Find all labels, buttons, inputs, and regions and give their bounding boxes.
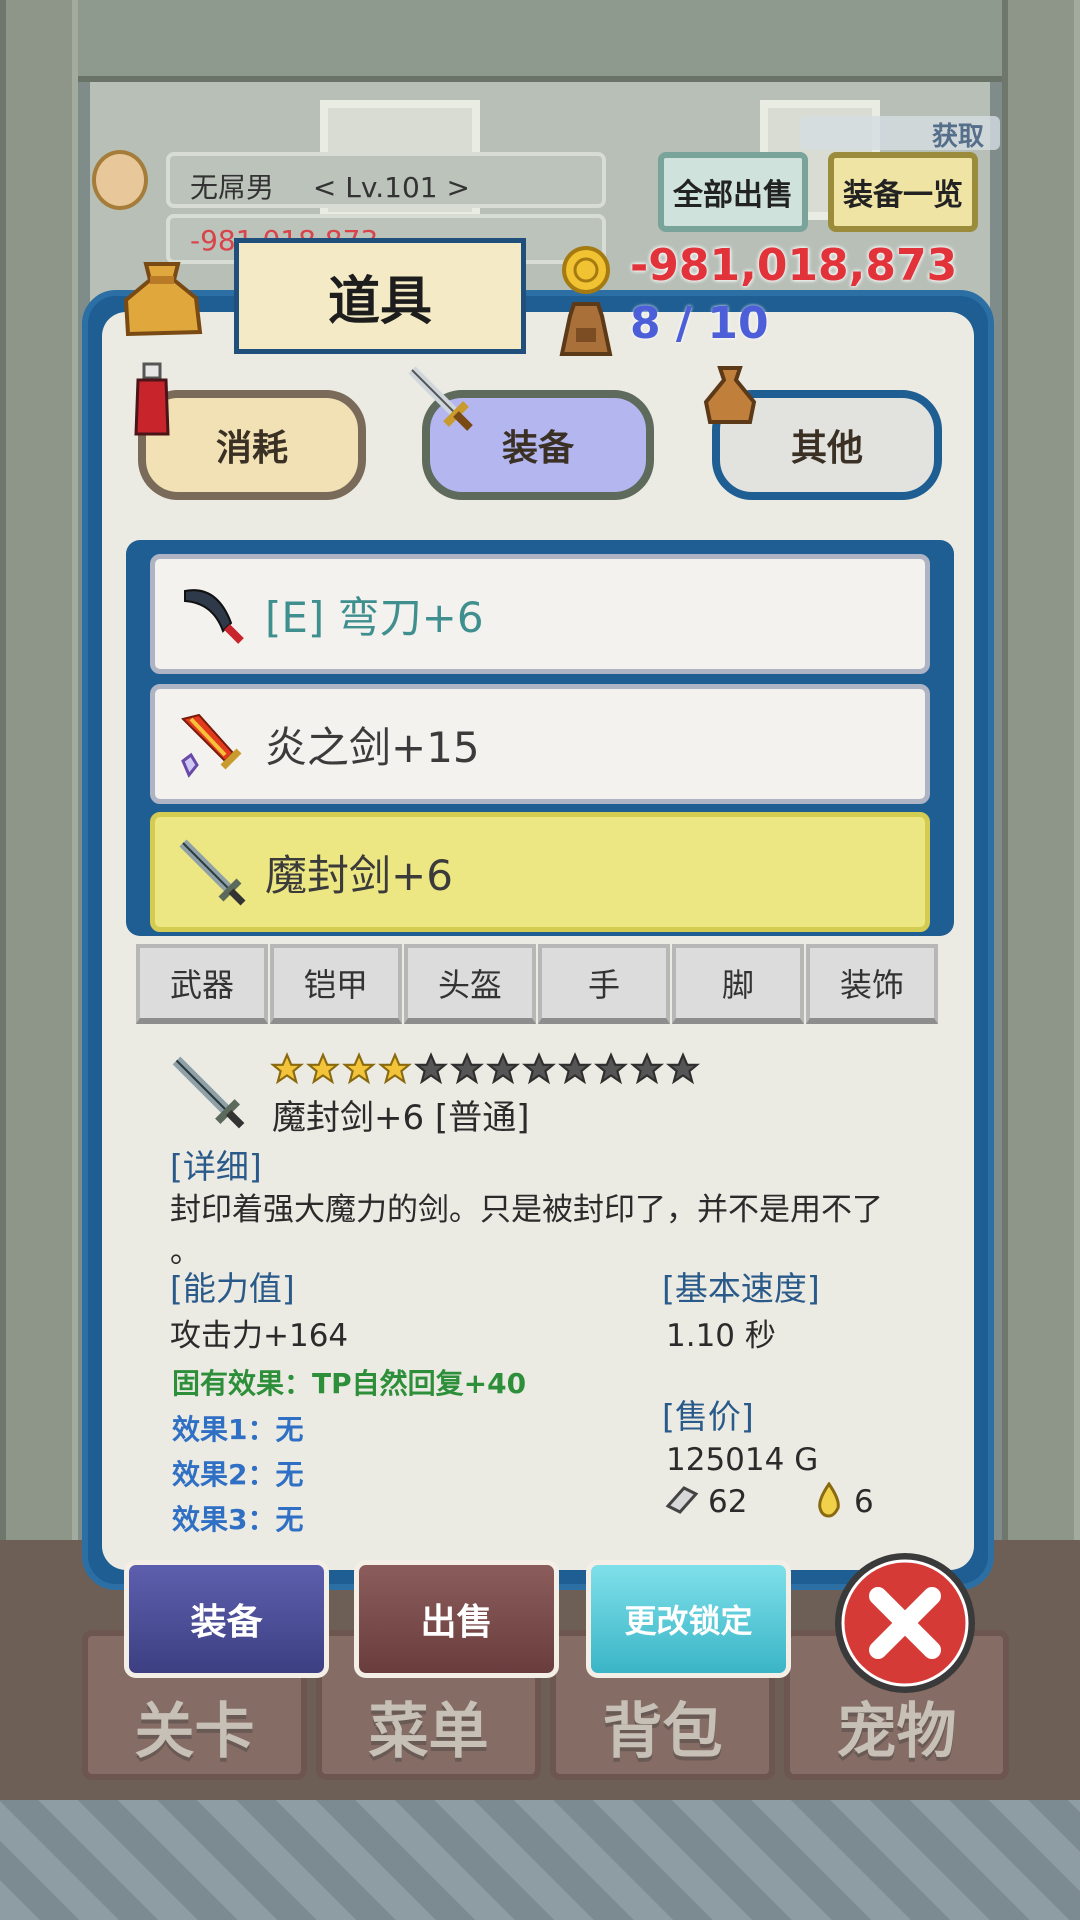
- gold-coin-icon: [562, 246, 610, 294]
- effect-3: 效果3：无: [172, 1503, 304, 1536]
- detail-item-name: 魔封剑+6 [普通]: [272, 1098, 530, 1138]
- list-item-selected[interactable]: 魔封剑+6: [150, 812, 930, 932]
- star-filled-icon: [270, 1052, 304, 1085]
- category-accessory[interactable]: 装饰: [806, 944, 938, 1024]
- gold-amount: -981,018,873: [630, 240, 958, 291]
- rarity-stars: [270, 1052, 700, 1086]
- item-label: [E] 弯刀+6: [265, 592, 484, 642]
- price-value: 125014 G: [666, 1442, 819, 1478]
- ground-pattern: [0, 1800, 1080, 1920]
- effect-1: 效果1：无: [172, 1413, 304, 1446]
- player-level: < Lv.101 >: [312, 171, 470, 204]
- drop-icon: [818, 1482, 840, 1518]
- item-bag-icon: [123, 262, 203, 337]
- sell-all-button[interactable]: 全部出售: [658, 152, 808, 232]
- equip-list-button[interactable]: 装备一览: [828, 152, 978, 232]
- player-name: 无屌男: [190, 171, 275, 204]
- obtain-banner[interactable]: 获取: [800, 116, 1000, 152]
- star-empty-icon: [558, 1052, 592, 1085]
- star-empty-icon: [522, 1052, 556, 1085]
- stats-header: [能力值]: [170, 1269, 295, 1308]
- star-filled-icon: [306, 1052, 340, 1085]
- nav-bag-label: 背包: [602, 1697, 723, 1767]
- speed-value: 1.10 秒: [666, 1318, 776, 1354]
- backpack-icon: [559, 302, 613, 356]
- nav-stage-label: 关卡: [134, 1697, 255, 1767]
- right-pillar: [1002, 0, 1080, 1800]
- change-lock-button[interactable]: 更改锁定: [586, 1560, 791, 1678]
- sword-icon: [408, 366, 473, 431]
- flame-sword-icon: [181, 713, 242, 778]
- player-avatar: [92, 150, 148, 210]
- effect-2: 效果2：无: [172, 1458, 304, 1491]
- scimitar-icon: [184, 589, 244, 644]
- detail-item-icon: [172, 1056, 245, 1129]
- ore-count: 62: [708, 1484, 748, 1520]
- star-empty-icon: [486, 1052, 520, 1085]
- star-empty-icon: [414, 1052, 448, 1085]
- detail-description: 封印着强大魔力的剑。只是被封印了，并不是用不了: [170, 1192, 883, 1228]
- category-weapon[interactable]: 武器: [136, 944, 268, 1024]
- category-hand[interactable]: 手: [538, 944, 670, 1024]
- star-filled-icon: [378, 1052, 412, 1085]
- list-item[interactable]: [E] 弯刀+6: [150, 554, 930, 674]
- ceiling-beam: [0, 0, 1080, 82]
- drop-count: 6: [854, 1484, 874, 1520]
- category-foot[interactable]: 脚: [672, 944, 804, 1024]
- star-empty-icon: [594, 1052, 628, 1085]
- category-helmet[interactable]: 头盔: [404, 944, 536, 1024]
- equip-button[interactable]: 装备: [124, 1560, 329, 1678]
- detail-header: [详细]: [170, 1147, 262, 1186]
- nav-menu-label: 菜单: [368, 1697, 489, 1767]
- pouch-icon: [703, 366, 757, 424]
- star-empty-icon: [630, 1052, 664, 1085]
- star-empty-icon: [666, 1052, 700, 1085]
- price-header: [售价]: [662, 1397, 754, 1436]
- bag-count: 8 / 10: [630, 298, 769, 349]
- close-button[interactable]: [830, 1548, 980, 1698]
- sell-button[interactable]: 出售: [354, 1560, 559, 1678]
- speed-header: [基本速度]: [662, 1269, 820, 1308]
- left-pillar: [0, 0, 78, 1800]
- star-filled-icon: [342, 1052, 376, 1085]
- inherent-effect: 固有效果：TP自然回复+40: [172, 1367, 527, 1400]
- item-label: 炎之剑+15: [265, 722, 480, 772]
- player-info-bar: 无屌男 < Lv.101 >: [166, 152, 606, 208]
- attack-stat: 攻击力+164: [170, 1318, 349, 1354]
- ore-icon: [665, 1486, 699, 1514]
- tab-other-label: 其他: [790, 428, 863, 469]
- tab-consumable-label: 消耗: [215, 428, 288, 469]
- star-empty-icon: [450, 1052, 484, 1085]
- panel-title: 道具: [234, 238, 526, 354]
- potion-icon: [134, 362, 170, 436]
- list-item[interactable]: 炎之剑+15: [150, 684, 930, 804]
- category-armor[interactable]: 铠甲: [270, 944, 402, 1024]
- tab-equipment-label: 装备: [501, 428, 574, 469]
- item-label: 魔封剑+6: [265, 850, 453, 900]
- sealed-sword-icon: [179, 839, 246, 906]
